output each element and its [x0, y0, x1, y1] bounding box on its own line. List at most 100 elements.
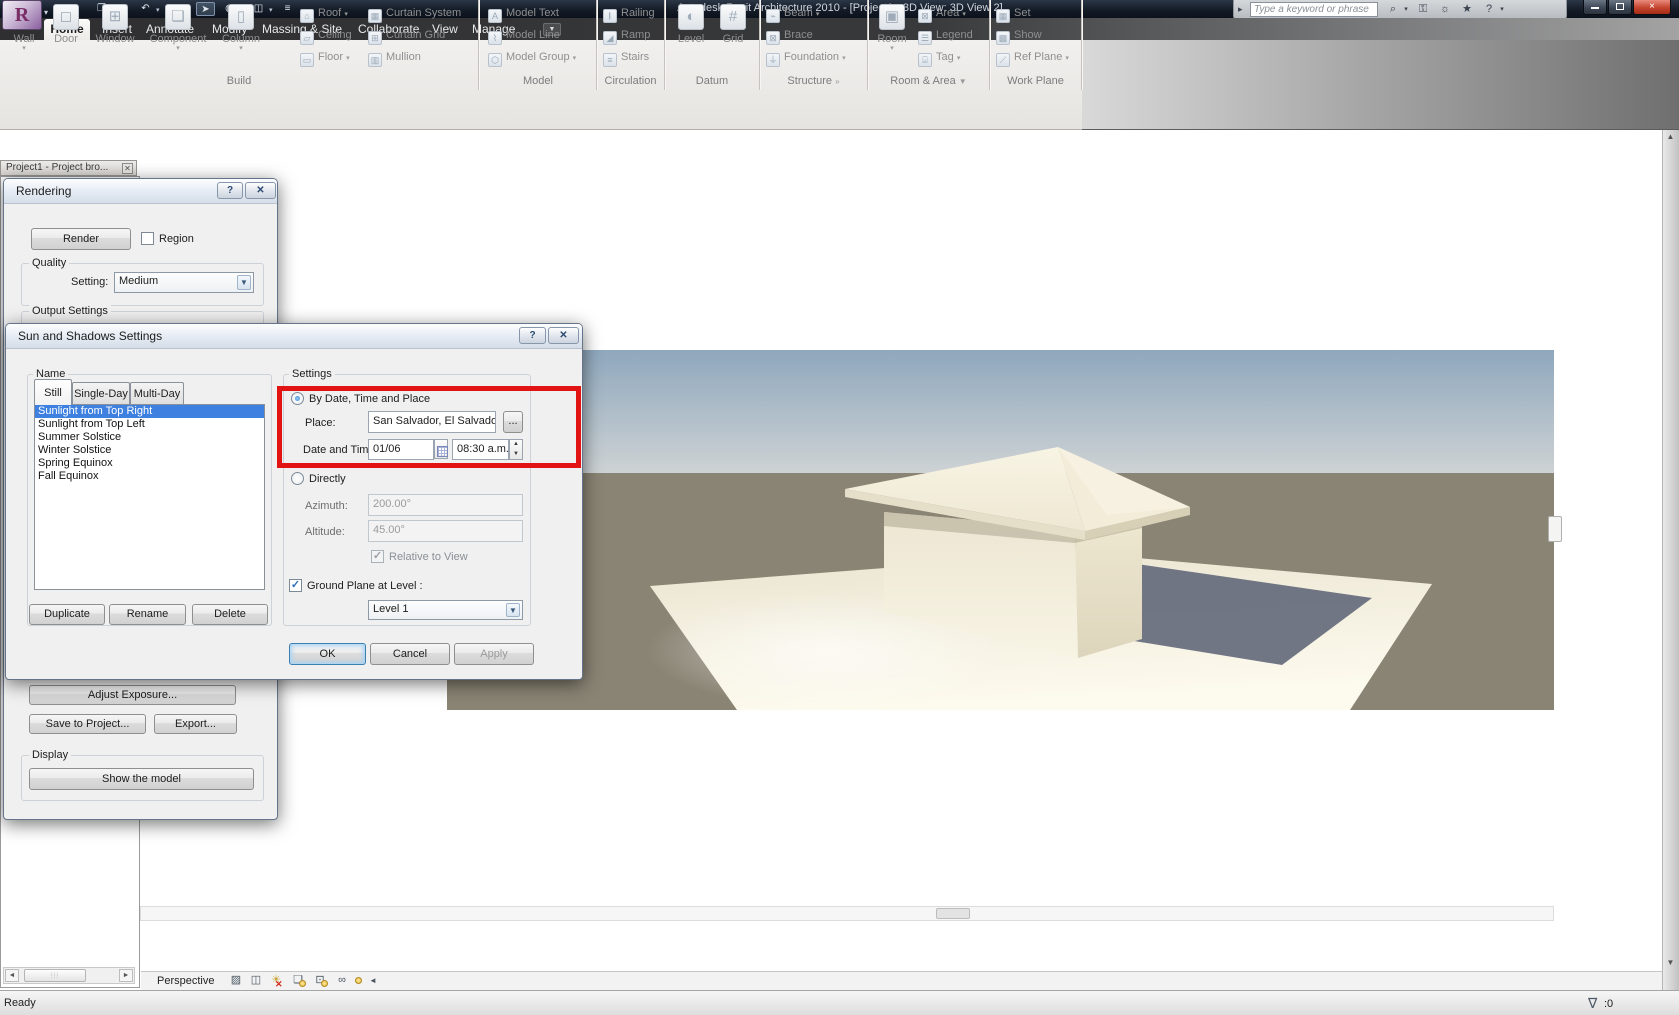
legend-button[interactable]: ☰ Legend — [918, 28, 973, 45]
model-line-icon: ⌇ — [488, 31, 502, 45]
column-button[interactable]: ▯ Column ▾ — [218, 2, 264, 72]
search-input[interactable]: Type a keyword or phrase — [1250, 2, 1378, 17]
rendered-3d-view[interactable] — [447, 350, 1554, 710]
show-rendering-dialog-icon[interactable]: ▨ — [228, 973, 244, 988]
floor-button[interactable]: ▭ Floor ▾ — [300, 50, 350, 67]
crop-view-icon[interactable]: ⊡ — [312, 973, 328, 988]
export-button[interactable]: Export... — [154, 714, 237, 734]
sun-help-icon[interactable]: ? — [519, 327, 546, 344]
browser-scroll-left-icon[interactable]: ◄ — [5, 969, 19, 982]
temporary-hide-isolate-icon[interactable] — [354, 973, 364, 988]
curtain-system-button[interactable]: ▦ Curtain System — [368, 6, 461, 23]
subscription-key-icon[interactable]: ⚿ — [1414, 2, 1432, 17]
model-text-button[interactable]: A Model Text — [488, 6, 559, 23]
column-icon: ▯ — [228, 4, 254, 30]
beam-button[interactable]: ⌁ Beam ▾ — [766, 6, 819, 23]
search-caret-icon[interactable]: ▾ — [1402, 2, 1410, 17]
door-button[interactable]: ◻ Door — [48, 2, 84, 72]
navigation-bar-handle[interactable] — [1548, 516, 1562, 542]
level-button[interactable]: ◐ Level — [673, 2, 709, 72]
rendering-help-icon[interactable]: ? — [217, 182, 243, 199]
search-icon[interactable]: ⌕ — [1384, 2, 1402, 17]
area-button[interactable]: ⊠ Area ▾ — [918, 6, 966, 23]
help-icon[interactable]: ? — [1480, 2, 1498, 17]
restore-button[interactable] — [1608, 0, 1632, 15]
drawing-hscrollbar-thumb[interactable] — [936, 908, 970, 919]
tab-multi-day[interactable]: Multi-Day — [130, 382, 184, 405]
tag-button[interactable]: ⌸ Tag ▾ — [918, 50, 960, 67]
ground-plane-checkbox[interactable]: ✓ — [289, 579, 302, 592]
model-line-button[interactable]: ⌇ Model Line — [488, 28, 560, 45]
revit-application-menu-icon[interactable]: R — [2, 0, 42, 30]
viewbar-collapse-icon[interactable]: ◄ — [368, 973, 378, 988]
ramp-button[interactable]: ◢ Ramp — [603, 28, 650, 45]
tab-single-day[interactable]: Single-Day — [72, 382, 130, 405]
duplicate-button[interactable]: Duplicate — [29, 604, 105, 625]
list-item[interactable]: Summer Solstice — [35, 431, 264, 444]
sun-dialog-titlebar[interactable]: Sun and Shadows Settings — [6, 324, 582, 349]
set-button[interactable]: ▦ Set — [996, 6, 1031, 23]
shadows-toggle-icon[interactable]: ❏ — [290, 973, 306, 988]
level-select[interactable]: Level 1 ▼ — [368, 600, 523, 620]
delete-button[interactable]: Delete — [192, 604, 268, 625]
curtain-grid-button[interactable]: ⊞ Curtain Grid — [368, 28, 445, 45]
grid-button[interactable]: # Grid — [715, 2, 751, 72]
quality-setting-select[interactable]: Medium ▼ — [114, 272, 254, 293]
help-caret-icon[interactable]: ▾ — [1498, 2, 1506, 17]
foundation-icon: ⏚ — [766, 53, 780, 67]
brace-button[interactable]: ⊠ Brace — [766, 28, 813, 45]
browser-scroll-right-icon[interactable]: ► — [119, 969, 133, 982]
communication-center-icon[interactable]: ☼ — [1436, 2, 1454, 17]
railing-button[interactable]: 𝄃 Railing — [603, 6, 655, 23]
vscroll-up-icon[interactable]: ▲ — [1663, 132, 1678, 141]
list-item[interactable]: Fall Equinox — [35, 470, 264, 483]
browser-tab-close-icon[interactable]: ✕ — [122, 163, 133, 174]
favorites-star-icon[interactable]: ★ — [1458, 2, 1476, 17]
rendering-close-icon[interactable]: ✕ — [245, 182, 276, 199]
sun-path-icon[interactable]: ☀ ✕ — [268, 973, 284, 989]
directly-radio[interactable] — [291, 472, 304, 485]
floor-icon: ▭ — [300, 53, 314, 67]
roof-button[interactable]: ⌂ Roof ▾ — [300, 6, 348, 23]
region-checkbox[interactable] — [141, 232, 154, 245]
cancel-button[interactable]: Cancel — [370, 643, 450, 665]
browser-hscrollbar[interactable]: ◄ ⦙⦙⦙ ► — [3, 967, 135, 984]
close-button[interactable]: × — [1633, 0, 1671, 15]
foundation-button[interactable]: ⏚ Foundation ▾ — [766, 50, 846, 67]
mullion-button[interactable]: ▥ Mullion — [368, 50, 421, 67]
vscroll-down-icon[interactable]: ▼ — [1663, 958, 1678, 967]
infocenter-expand-icon[interactable]: ▸ — [1238, 4, 1243, 15]
minimize-button[interactable] — [1583, 0, 1607, 15]
status-bar — [0, 990, 1679, 1015]
ref-plane-button[interactable]: ⟋ Ref Plane ▾ — [996, 50, 1069, 67]
ceiling-button[interactable]: ▱ Ceiling — [300, 28, 352, 45]
drawing-hscrollbar[interactable] — [140, 906, 1554, 921]
panel-work-plane: ▦ Set ▩ Show ⟋ Ref Plane ▾ Work Plane — [990, 0, 1082, 90]
save-to-project-button[interactable]: Save to Project... — [29, 714, 146, 734]
show-button[interactable]: ▩ Show — [996, 28, 1042, 45]
sun-close-icon[interactable]: ✕ — [548, 327, 579, 344]
list-item[interactable]: Spring Equinox — [35, 457, 264, 470]
list-item[interactable]: Winter Solstice — [35, 444, 264, 457]
render-button[interactable]: Render — [31, 228, 131, 250]
model-group-button[interactable]: ⬡ Model Group ▾ — [488, 50, 576, 67]
model-group-icon: ⬡ — [488, 53, 502, 67]
filter-icon[interactable]: ∇ — [1588, 995, 1597, 1012]
model-graphics-style-icon[interactable]: ◫ — [248, 973, 264, 988]
tab-still[interactable]: Still — [34, 379, 72, 405]
component-button[interactable]: ❏ Component ▾ — [146, 2, 210, 72]
project-browser-tab[interactable]: Project1 - Project bro... ✕ — [0, 160, 137, 176]
preset-list[interactable]: Sunlight from Top Right Sunlight from To… — [34, 404, 265, 590]
browser-scroll-thumb[interactable]: ⦙⦙⦙ — [24, 969, 86, 982]
ok-button[interactable]: OK — [289, 643, 366, 665]
list-item[interactable]: Sunlight from Top Left — [35, 418, 264, 431]
room-button[interactable]: ▣ Room ▾ — [872, 2, 912, 72]
list-item-selected[interactable]: Sunlight from Top Right — [35, 405, 264, 418]
rename-button[interactable]: Rename — [109, 604, 186, 625]
adjust-exposure-button[interactable]: Adjust Exposure... — [29, 685, 236, 705]
application-menu-caret-icon[interactable]: ▾ — [44, 8, 48, 17]
reveal-hidden-elements-icon[interactable]: ∞ — [334, 973, 350, 988]
window-button[interactable]: ⊞ Window — [92, 2, 138, 72]
stairs-button[interactable]: ≡ Stairs — [603, 50, 649, 67]
show-the-model-button[interactable]: Show the model — [29, 768, 254, 790]
